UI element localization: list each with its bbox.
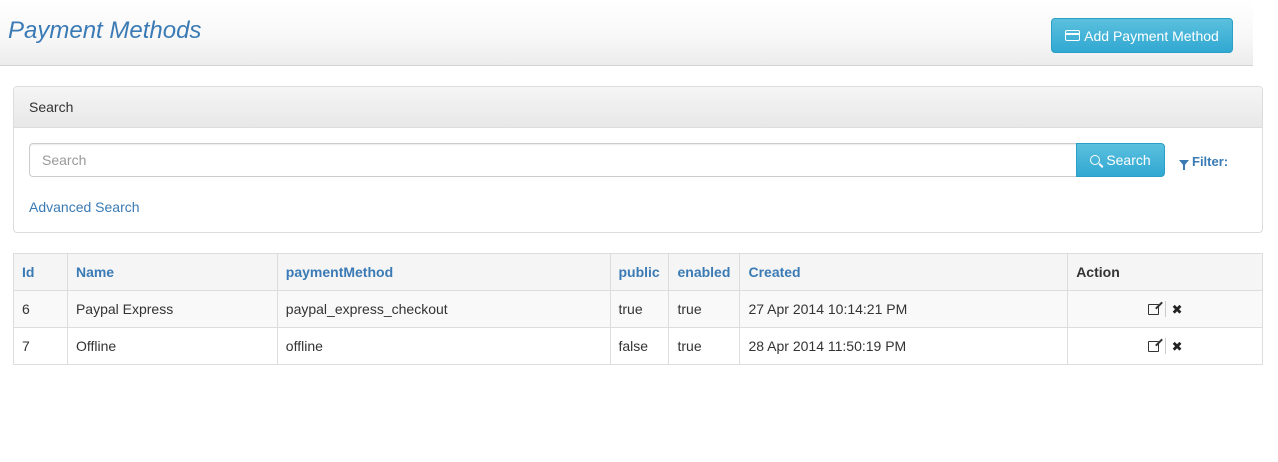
credit-card-icon <box>1065 30 1081 41</box>
search-button[interactable]: Search <box>1076 143 1165 177</box>
column-header-name[interactable]: Name <box>66 253 278 291</box>
filter-icon <box>1179 159 1189 170</box>
search-icon <box>1090 155 1101 165</box>
cell-enabled: true <box>668 327 741 365</box>
edit-icon[interactable] <box>1147 303 1159 315</box>
column-header-payment-method[interactable]: paymentMethod <box>276 253 611 291</box>
column-header-enabled[interactable]: enabled <box>668 253 741 291</box>
cell-public: true <box>609 290 670 328</box>
cell-public: false <box>609 327 670 365</box>
cell-name: Offline <box>66 327 278 365</box>
action-divider <box>1164 301 1166 317</box>
payment-methods-table: Id Name paymentMethod public enabled Cre… <box>13 253 1263 365</box>
cell-actions: ✖ <box>1067 290 1263 328</box>
delete-icon[interactable]: ✖ <box>1172 303 1183 316</box>
edit-icon[interactable] <box>1147 340 1159 352</box>
cell-actions: ✖ <box>1067 327 1263 365</box>
filter-link[interactable]: Filter: <box>1179 154 1229 170</box>
column-header-id[interactable]: Id <box>13 253 68 291</box>
table-row: 7 Offline offline false true 28 Apr 2014… <box>13 327 1263 365</box>
cell-payment-method: paypal_express_checkout <box>276 290 611 328</box>
action-divider <box>1164 338 1166 354</box>
column-header-action: Action <box>1067 253 1263 291</box>
search-input[interactable] <box>29 143 1077 177</box>
table-header-row: Id Name paymentMethod public enabled Cre… <box>13 253 1263 291</box>
cell-id: 6 <box>13 290 68 328</box>
table-row: 6 Paypal Express paypal_express_checkout… <box>13 290 1263 328</box>
filter-label: Filter: <box>1192 154 1229 169</box>
column-header-public[interactable]: public <box>609 253 670 291</box>
cell-id: 7 <box>13 327 68 365</box>
cell-created: 28 Apr 2014 11:50:19 PM <box>739 327 1069 365</box>
add-payment-method-label: Add Payment Method <box>1084 27 1219 44</box>
delete-icon[interactable]: ✖ <box>1172 340 1183 353</box>
cell-name: Paypal Express <box>66 290 278 328</box>
search-panel-heading: Search <box>14 87 1262 128</box>
cell-created: 27 Apr 2014 10:14:21 PM <box>739 290 1069 328</box>
column-header-created[interactable]: Created <box>739 253 1069 291</box>
search-panel: Search Search Filter: Advanced Search <box>13 86 1263 233</box>
add-payment-method-button[interactable]: Add Payment Method <box>1051 18 1233 53</box>
page-title: Payment Methods <box>8 17 202 44</box>
cell-enabled: true <box>668 290 741 328</box>
page-header: Payment Methods Add Payment Method <box>0 0 1253 66</box>
advanced-search-link[interactable]: Advanced Search <box>29 199 140 215</box>
cell-payment-method: offline <box>276 327 611 365</box>
search-button-label: Search <box>1106 152 1151 168</box>
